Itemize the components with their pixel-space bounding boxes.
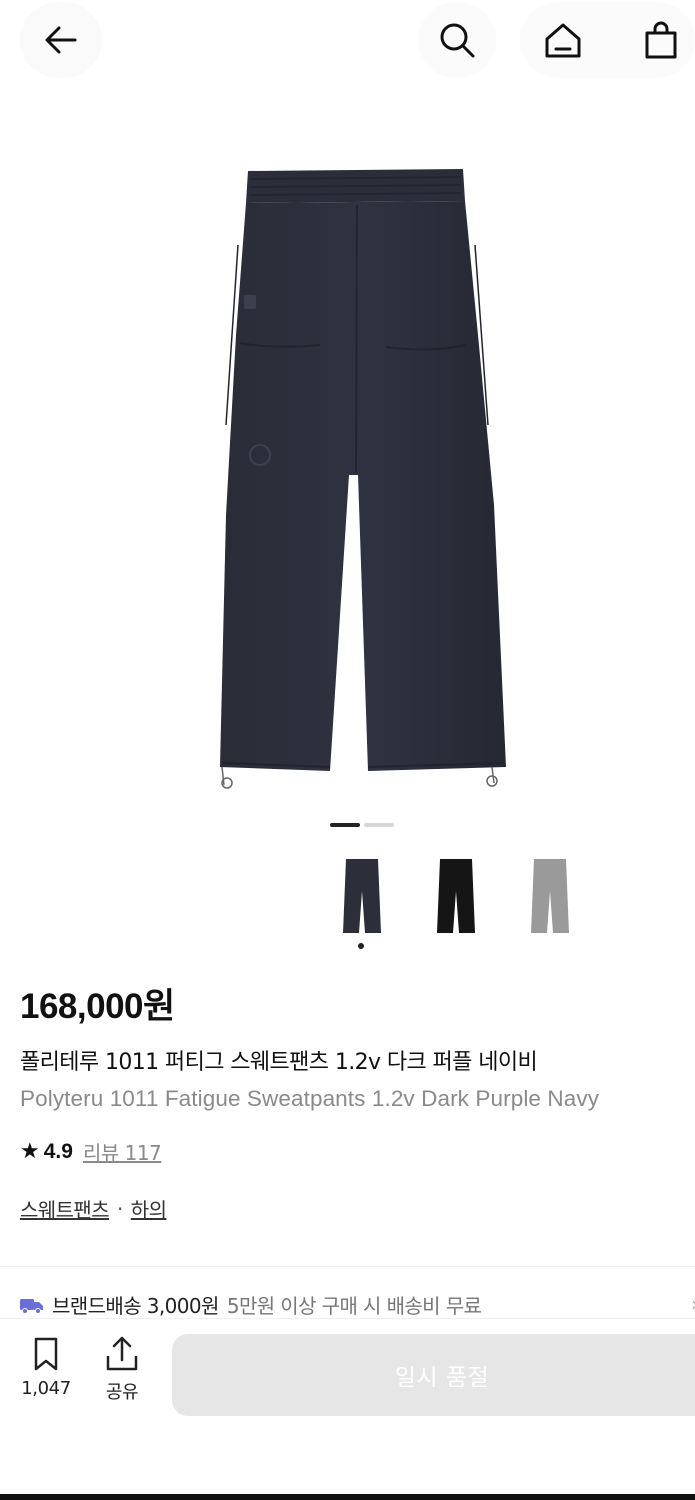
- search-button[interactable]: [428, 12, 486, 68]
- search-icon: [440, 23, 475, 58]
- cart-button[interactable]: [632, 12, 690, 68]
- truck-icon: [20, 1298, 43, 1314]
- wishlist-count: 1,047: [21, 1378, 71, 1399]
- category-link[interactable]: 스웨트팬츠: [20, 1194, 110, 1223]
- share-icon: [106, 1336, 138, 1371]
- shipping-info[interactable]: 브랜드배송 3,000원 5만원 이상 구매 시 배송비 무료: [20, 1290, 482, 1319]
- product-price: 168,000원: [20, 987, 175, 1026]
- subcategory-link[interactable]: 하의: [131, 1194, 167, 1223]
- back-arrow-icon: [45, 26, 77, 54]
- shopping-bag-icon: [645, 21, 677, 59]
- gray-pants-thumbnail: [531, 859, 569, 933]
- rating-row: ★ 4.9 리뷰 117: [20, 1137, 162, 1166]
- home-indicator: [0, 1494, 695, 1500]
- wishlist-button[interactable]: 1,047: [16, 1336, 76, 1399]
- selected-color-dot: [358, 943, 364, 949]
- free-shipping-note: 5만원 이상 구매 시 배송비 무료: [226, 1294, 482, 1318]
- section-divider: [0, 1266, 695, 1267]
- home-icon: [545, 23, 581, 58]
- category-separator: ·: [117, 1196, 123, 1221]
- sold-out-button[interactable]: 일시 품절: [172, 1334, 695, 1416]
- top-bar: [0, 0, 695, 82]
- navy-pants-thumbnail: [343, 859, 381, 933]
- review-link[interactable]: 리뷰 117: [83, 1137, 162, 1166]
- back-button[interactable]: [20, 2, 102, 78]
- shipping-fee: 브랜드배송 3,000원: [52, 1294, 219, 1318]
- star-icon: ★: [20, 1139, 40, 1164]
- product-image[interactable]: [0, 95, 695, 815]
- chevron-right-icon[interactable]: ›: [691, 1292, 695, 1316]
- product-name-ko: 폴리테루 1011 퍼티그 스웨트팬츠 1.2v 다크 퍼플 네이비: [20, 1050, 538, 1075]
- black-pants-thumbnail: [437, 859, 475, 933]
- category-breadcrumb: 스웨트팬츠 · 하의: [20, 1194, 167, 1223]
- home-button[interactable]: [534, 12, 592, 68]
- pager-active: [330, 823, 360, 827]
- rating-score: 4.9: [43, 1139, 73, 1163]
- product-name-en: Polyteru 1011 Fatigue Sweatpants 1.2v Da…: [20, 1086, 600, 1111]
- color-option-navy[interactable]: [341, 855, 383, 935]
- bookmark-icon: [34, 1337, 58, 1371]
- color-option-gray[interactable]: [529, 855, 571, 935]
- color-option-black[interactable]: [435, 855, 477, 935]
- share-label: 공유: [105, 1382, 139, 1403]
- share-button[interactable]: 공유: [92, 1336, 152, 1404]
- pager-inactive: [364, 823, 394, 827]
- sweatpants-image: [220, 169, 506, 789]
